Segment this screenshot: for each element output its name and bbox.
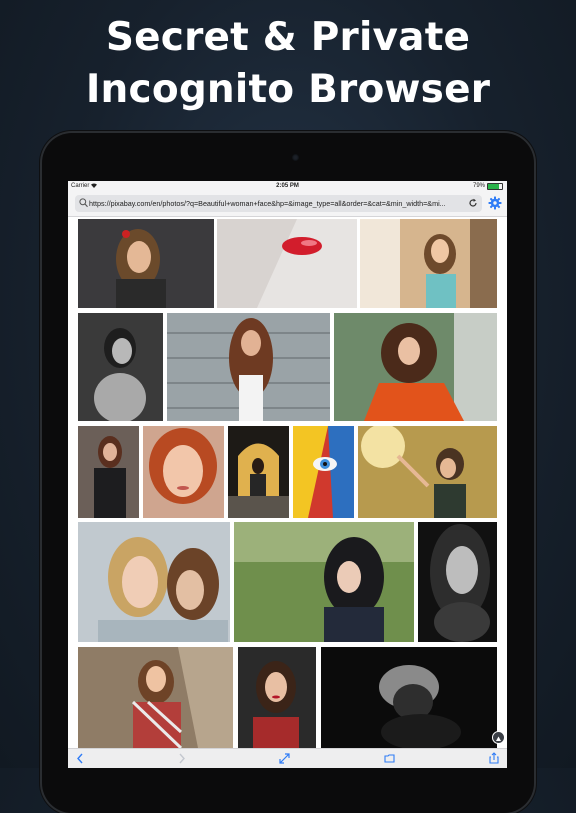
photo-2[interactable] <box>217 219 357 308</box>
promo-headline: Secret & Private Incognito Browser <box>0 12 576 116</box>
forward-icon[interactable] <box>178 753 186 764</box>
battery-fill <box>488 184 500 189</box>
tabs-icon[interactable] <box>384 753 395 764</box>
photo-8[interactable] <box>143 426 224 518</box>
reload-icon[interactable] <box>468 198 478 208</box>
browser-screen: Carrier 2:05 PM 79% https://pixabay.com/… <box>68 181 507 768</box>
photo-3[interactable] <box>360 219 497 308</box>
photo-17[interactable] <box>321 647 497 748</box>
headline-line-2: Incognito Browser <box>85 67 491 112</box>
photo-13[interactable] <box>234 522 414 642</box>
gear-icon[interactable] <box>488 196 502 210</box>
photo-6[interactable] <box>334 313 497 421</box>
photo-9[interactable] <box>228 426 289 518</box>
front-camera <box>292 154 299 161</box>
photo-15[interactable] <box>78 647 233 748</box>
search-icon <box>79 198 88 208</box>
share-icon[interactable] <box>489 752 499 764</box>
arrow-up-icon <box>496 736 501 741</box>
url-text[interactable]: https://pixabay.com/en/photos/?q=Beautif… <box>89 195 463 212</box>
photo-1[interactable] <box>78 219 214 308</box>
address-bar[interactable]: https://pixabay.com/en/photos/?q=Beautif… <box>75 195 482 212</box>
browser-toolbar <box>68 748 507 768</box>
address-bar-row: https://pixabay.com/en/photos/?q=Beautif… <box>68 192 507 217</box>
fullscreen-icon[interactable] <box>279 753 290 764</box>
photo-12[interactable] <box>78 522 230 642</box>
battery-icon <box>487 183 503 190</box>
photo-11[interactable] <box>358 426 497 518</box>
status-time: 2:05 PM <box>276 183 299 189</box>
photo-5[interactable] <box>167 313 330 421</box>
scroll-top-button[interactable] <box>492 731 505 744</box>
battery-percent: 79% <box>472 183 485 189</box>
status-bar: Carrier 2:05 PM 79% <box>68 181 507 192</box>
headline-line-1: Secret & Private <box>105 15 471 60</box>
image-gallery <box>68 217 507 748</box>
photo-16[interactable] <box>238 647 316 748</box>
photo-7[interactable] <box>78 426 139 518</box>
photo-4[interactable] <box>78 313 163 421</box>
photo-10[interactable] <box>293 426 354 518</box>
photo-14[interactable] <box>418 522 497 642</box>
back-icon[interactable] <box>76 753 84 764</box>
battery-indicator: 79% <box>473 181 503 192</box>
